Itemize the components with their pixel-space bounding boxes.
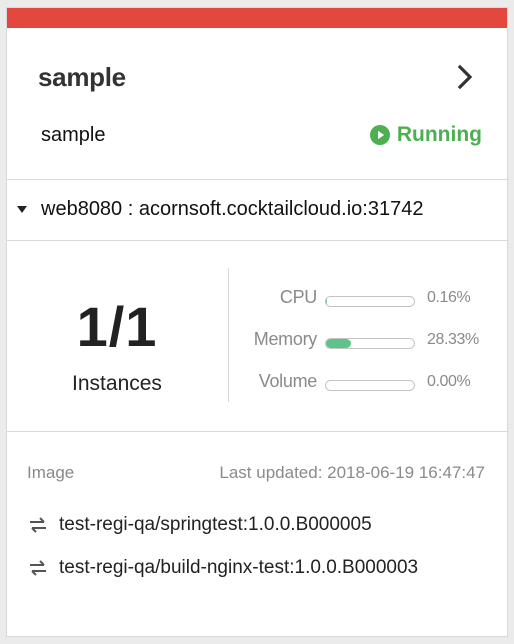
status-text: Running bbox=[396, 123, 482, 146]
image-name: test-regi-qa/build-nginx-test:1.0.0.B000… bbox=[59, 557, 419, 578]
chevron-right-icon[interactable] bbox=[455, 63, 475, 91]
memory-usage-fill bbox=[326, 339, 351, 348]
metric-row-cpu: CPU 0.16% bbox=[229, 284, 509, 314]
metric-label: Volume bbox=[258, 371, 318, 391]
endpoint-text: web8080 : acornsoft.cocktailcloud.io:317… bbox=[41, 198, 424, 220]
metric-row-memory: Memory 28.33% bbox=[229, 326, 509, 356]
memory-usage-bar bbox=[325, 338, 415, 349]
card-header: sample sample Running bbox=[7, 28, 507, 180]
metric-value: 0.00% bbox=[427, 373, 471, 390]
last-updated: Last updated: 2018-06-19 16:47:47 bbox=[219, 463, 485, 482]
service-title: sample bbox=[38, 62, 126, 92]
play-circle-icon bbox=[369, 125, 390, 145]
metric-row-volume: Volume 0.00% bbox=[229, 368, 509, 398]
metric-label: Memory bbox=[253, 329, 318, 349]
service-subtitle: sample bbox=[41, 124, 106, 146]
metric-value: 28.33% bbox=[427, 331, 479, 348]
swap-icon bbox=[30, 517, 46, 533]
swap-icon bbox=[30, 560, 46, 576]
image-list-item: test-regi-qa/build-nginx-test:1.0.0.B000… bbox=[27, 554, 467, 582]
metrics-panel: 1/1 Instances CPU 0.16% Memory 28.33% Vo… bbox=[7, 242, 507, 432]
image-name: test-regi-qa/springtest:1.0.0.B000005 bbox=[59, 514, 372, 535]
image-label: Image bbox=[27, 463, 75, 482]
cpu-usage-bar bbox=[325, 296, 415, 307]
service-card: sample sample Running web8080 : acornsof… bbox=[6, 7, 508, 637]
status-badge: Running bbox=[369, 123, 482, 147]
caret-down-icon[interactable] bbox=[17, 206, 27, 213]
volume-usage-bar bbox=[325, 380, 415, 391]
image-list-item: test-regi-qa/springtest:1.0.0.B000005 bbox=[27, 511, 467, 539]
status-color-bar bbox=[7, 8, 507, 28]
instances-count: 1/1 bbox=[76, 295, 158, 358]
metric-value: 0.16% bbox=[427, 289, 471, 306]
image-section: Image Last updated: 2018-06-19 16:47:47 … bbox=[7, 433, 507, 638]
instances-label: Instances bbox=[72, 372, 162, 395]
metric-label: CPU bbox=[279, 287, 317, 307]
endpoint-row[interactable]: web8080 : acornsoft.cocktailcloud.io:317… bbox=[7, 181, 507, 241]
